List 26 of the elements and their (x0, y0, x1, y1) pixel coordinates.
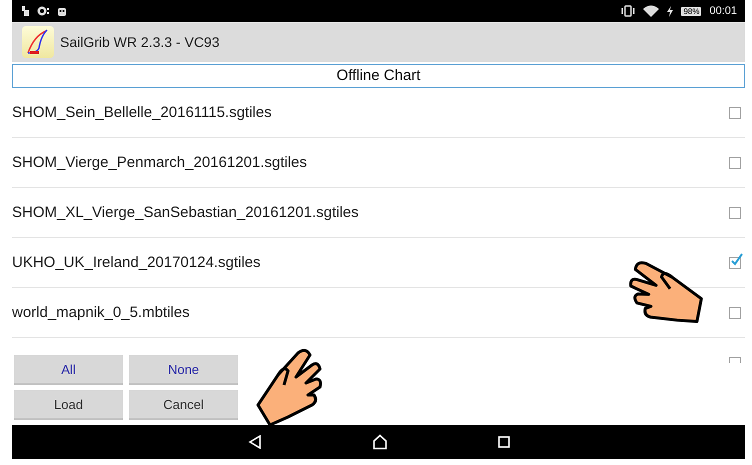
dialog-button[interactable]: All (14, 355, 123, 385)
recent-apps-icon[interactable] (498, 436, 510, 448)
chart-file-name: UKHO_UK_Ireland_20170124.sgtiles (12, 254, 260, 271)
chart-file-name: SHOM_Vierge_Penmarch_20161201.sgtiles (12, 154, 307, 171)
dialog-button[interactable]: Load (14, 390, 123, 420)
app-title: SailGrib WR 2.3.3 - VC93 (60, 34, 220, 50)
usb-icon (22, 6, 29, 16)
charging-icon (667, 6, 674, 16)
back-icon[interactable] (248, 435, 262, 449)
battery-level: 98% (681, 6, 702, 16)
chart-file-name: SHOM_XL_Vierge_SanSebastian_20161201.sgtiles (12, 204, 359, 221)
app-logo-icon (22, 26, 54, 58)
checkbox[interactable] (729, 206, 741, 218)
chart-file-name: world_mapnik_0_5.mbtiles (12, 304, 190, 321)
home-icon[interactable] (372, 434, 388, 450)
checkbox[interactable] (729, 156, 741, 168)
vibrate-icon (621, 5, 636, 17)
chart-file-name: SHOM_Sein_Bellelle_20161115.sgtiles (12, 104, 272, 121)
dialog-button[interactable]: Cancel (129, 390, 238, 420)
dialog-title: Offline Chart (12, 64, 745, 88)
camera-icon (37, 6, 49, 16)
dialog-button[interactable]: None (129, 355, 238, 385)
wifi-icon (643, 5, 660, 17)
checkbox[interactable] (729, 106, 741, 118)
checkbox[interactable] (729, 306, 741, 318)
clock-time: 00:01 (709, 5, 737, 17)
